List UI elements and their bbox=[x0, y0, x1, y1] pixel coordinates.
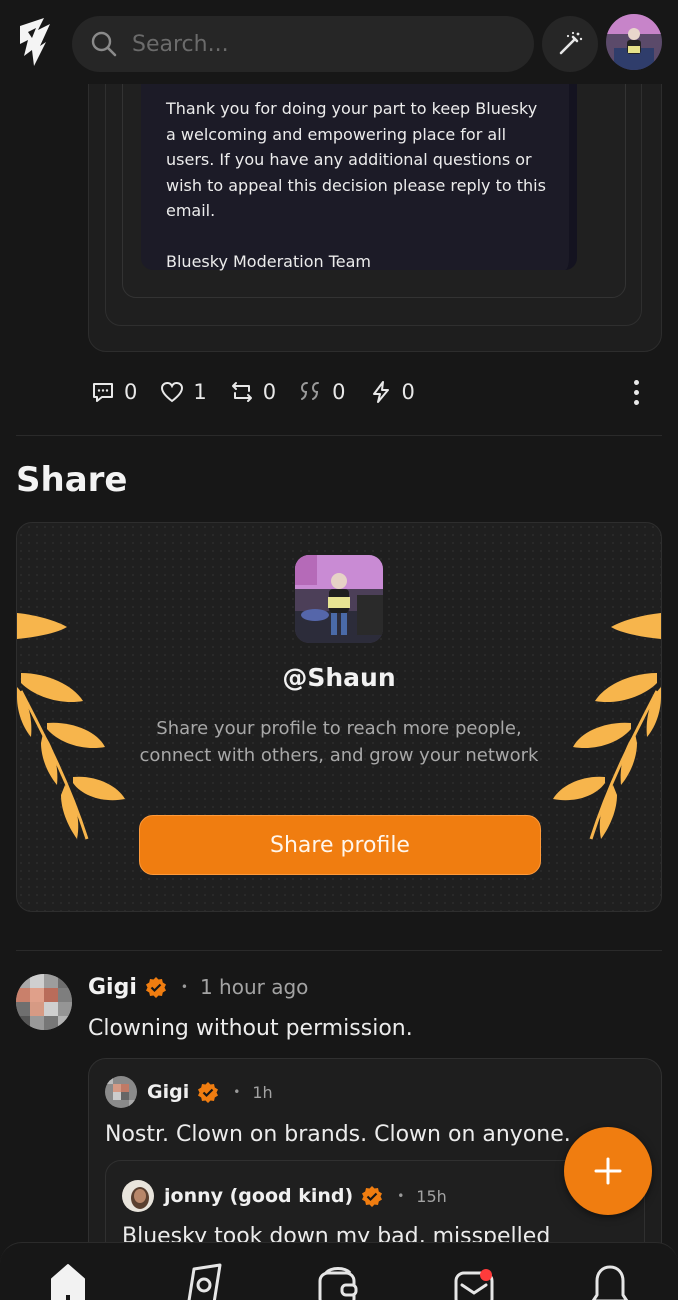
share-handle: @Shaun bbox=[282, 663, 396, 692]
nav-explore[interactable] bbox=[182, 1263, 226, 1300]
nested-author-avatar bbox=[122, 1180, 154, 1212]
heart-icon bbox=[161, 381, 184, 403]
email-body-text: Thank you for doing your part to keep Bl… bbox=[166, 99, 546, 220]
zap-button[interactable]: 0 bbox=[368, 379, 415, 405]
verified-badge-icon bbox=[145, 977, 166, 998]
verified-badge-icon bbox=[198, 1082, 219, 1103]
divider bbox=[16, 950, 662, 951]
search-icon bbox=[91, 31, 117, 57]
quoted-post-text: Nostr. Clown on brands. Clown on anyone. bbox=[105, 1122, 571, 1147]
quoted-author-name[interactable]: Gigi bbox=[147, 1081, 189, 1103]
quoted-post-header: Gigi • 1h bbox=[105, 1076, 273, 1108]
zap-icon bbox=[372, 381, 389, 403]
share-description: Share your profile to reach more people,… bbox=[139, 718, 539, 766]
messages-icon bbox=[454, 1269, 494, 1300]
share-section-title: Share bbox=[16, 460, 128, 500]
quoted-post-time: 1h bbox=[252, 1082, 273, 1102]
repost-count: 0 bbox=[262, 380, 277, 404]
nav-home[interactable] bbox=[46, 1263, 90, 1300]
reply-count: 0 bbox=[124, 380, 138, 404]
profile-avatar[interactable] bbox=[606, 14, 662, 70]
leaf-decoration-icon bbox=[17, 613, 125, 840]
search-placeholder: Search... bbox=[132, 31, 229, 57]
notifications-icon bbox=[591, 1265, 629, 1300]
explore-icon bbox=[187, 1263, 222, 1300]
quote-count: 0 bbox=[332, 380, 346, 404]
home-icon bbox=[51, 1264, 85, 1300]
compose-button[interactable] bbox=[564, 1127, 652, 1215]
nested-post-time: 15h bbox=[416, 1186, 447, 1206]
top-bar: Search... bbox=[0, 0, 678, 84]
like-count: 1 bbox=[193, 380, 207, 404]
zap-count: 0 bbox=[401, 380, 415, 404]
quote-button[interactable]: 0 bbox=[298, 379, 346, 405]
magic-wand-button[interactable] bbox=[542, 16, 598, 72]
plus-icon bbox=[594, 1157, 622, 1185]
quote-icon bbox=[301, 382, 320, 400]
reply-button[interactable]: 0 bbox=[90, 379, 137, 405]
nav-messages[interactable] bbox=[452, 1263, 496, 1300]
separator-dot: • bbox=[233, 1085, 241, 1099]
quoted-author-avatar bbox=[105, 1076, 137, 1108]
repost-button[interactable]: 0 bbox=[229, 379, 276, 405]
post-time: 1 hour ago bbox=[199, 975, 309, 999]
nested-author-name[interactable]: jonny (good kind) bbox=[164, 1185, 353, 1207]
bottom-navigation bbox=[0, 1242, 678, 1300]
magic-wand-icon bbox=[559, 31, 583, 55]
share-profile-avatar bbox=[295, 555, 383, 643]
email-signature: Bluesky Moderation Team bbox=[166, 251, 371, 271]
post-actions: 0 1 0 0 0 bbox=[90, 374, 437, 410]
like-button[interactable]: 1 bbox=[159, 379, 207, 405]
leaf-decoration-icon bbox=[553, 613, 661, 840]
comment-icon bbox=[93, 383, 113, 402]
separator-dot: • bbox=[397, 1189, 405, 1203]
divider bbox=[16, 435, 662, 436]
app-logo-icon[interactable] bbox=[16, 16, 56, 68]
search-input[interactable]: Search... bbox=[72, 16, 534, 72]
more-options-icon[interactable] bbox=[624, 376, 648, 408]
post-header: Gigi • 1 hour ago bbox=[88, 970, 308, 1004]
post-author-avatar[interactable] bbox=[16, 974, 72, 1030]
post-author-name[interactable]: Gigi bbox=[88, 975, 137, 1000]
repost-icon bbox=[231, 382, 252, 402]
share-profile-card: @Shaun Share your profile to reach more … bbox=[16, 522, 662, 912]
nav-wallet[interactable] bbox=[316, 1263, 360, 1300]
verified-badge-icon bbox=[362, 1186, 383, 1207]
nav-notifications[interactable] bbox=[588, 1263, 632, 1300]
separator-dot: • bbox=[180, 980, 188, 994]
share-profile-button[interactable]: Share profile bbox=[139, 815, 541, 875]
nested-quoted-header: jonny (good kind) • 15h bbox=[122, 1180, 447, 1212]
wallet-icon bbox=[318, 1267, 358, 1300]
post-text: Clowning without permission. bbox=[88, 1016, 413, 1041]
